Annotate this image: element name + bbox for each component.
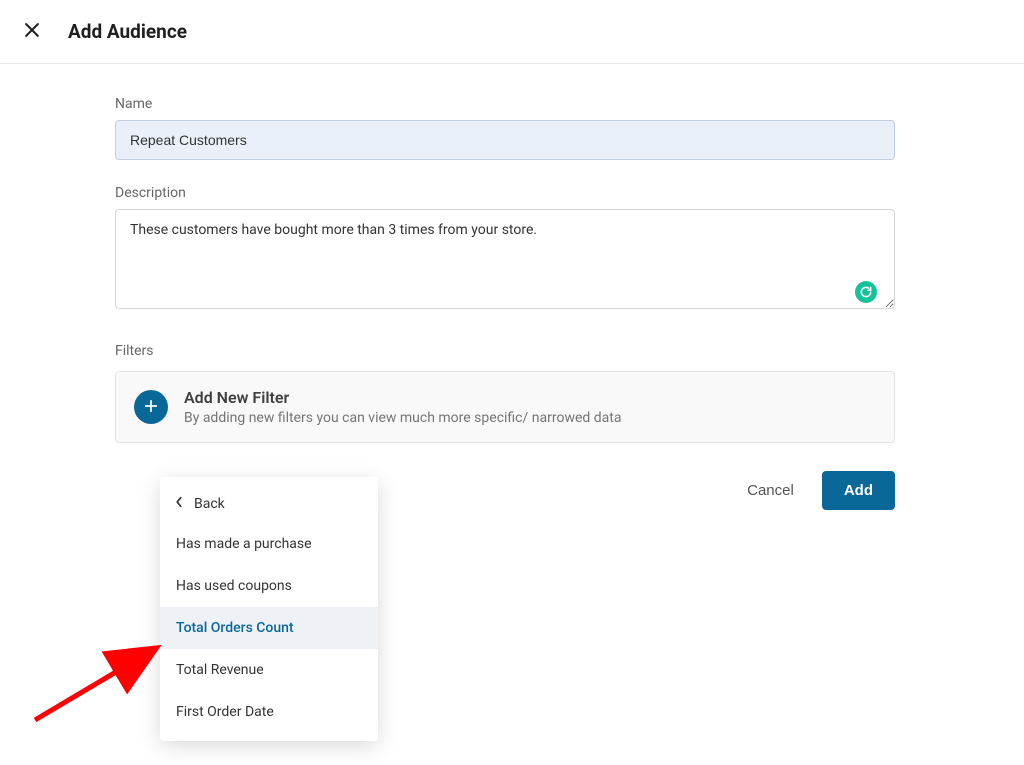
name-label: Name [115,96,895,112]
name-field-group: Name [115,96,895,160]
plus-icon [142,397,160,418]
close-icon [22,20,42,43]
description-field-group: Description [115,185,895,313]
dropdown-item-has-made-purchase[interactable]: Has made a purchase [160,523,378,565]
chevron-left-icon [174,495,184,513]
dropdown-back-label: Back [194,496,225,512]
description-input[interactable] [115,209,895,309]
add-filter-subtitle: By adding new filters you can view much … [184,410,621,426]
modal-content: Name Description Filters Add New [0,64,960,530]
add-filter-card[interactable]: Add New Filter By adding new filters you… [115,371,895,443]
dropdown-item-has-used-coupons[interactable]: Has used coupons [160,565,378,607]
annotation-arrow-icon [25,595,165,725]
cancel-button[interactable]: Cancel [739,472,802,509]
add-filter-title: Add New Filter [184,388,621,407]
page-title: Add Audience [68,20,187,43]
modal-header: Add Audience [0,0,1024,64]
grammarly-icon[interactable] [855,281,877,303]
filters-section: Filters Add New Filter By adding new fil… [115,343,895,443]
filter-dropdown: Back Has made a purchase Has used coupon… [160,477,378,741]
dropdown-back[interactable]: Back [160,485,378,523]
add-button[interactable]: Add [822,471,895,510]
dropdown-item-total-orders-count[interactable]: Total Orders Count [160,607,378,649]
close-button[interactable] [16,14,48,49]
name-input[interactable] [115,120,895,160]
dropdown-item-first-order-date[interactable]: First Order Date [160,691,378,733]
add-filter-button[interactable] [134,390,168,424]
dropdown-item-total-revenue[interactable]: Total Revenue [160,649,378,691]
filters-label: Filters [115,343,895,359]
description-label: Description [115,185,895,201]
add-filter-text: Add New Filter By adding new filters you… [184,388,621,426]
